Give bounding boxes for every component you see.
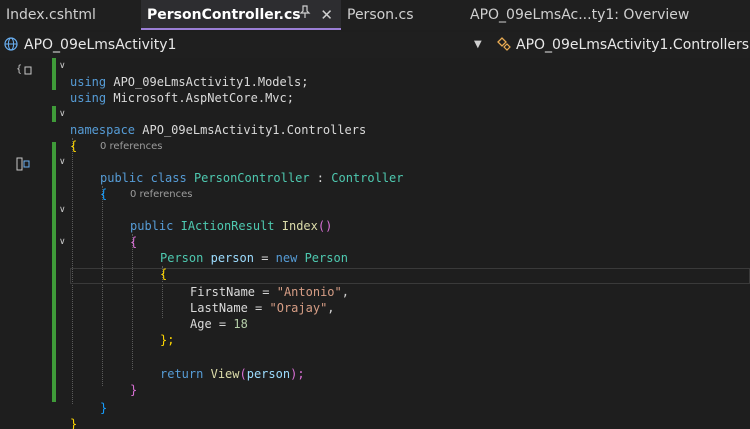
brace: }; — [160, 333, 175, 347]
tab-label: PersonController.cs — [147, 7, 301, 23]
codelens-references[interactable]: 0 references — [130, 189, 193, 201]
code-line-open-brace[interactable]: { — [0, 218, 750, 249]
tab-person-cs[interactable]: Person.cs — [341, 0, 477, 30]
code-line-namespace[interactable]: namespace APO_09eLmsActivity1.Controller… — [0, 106, 750, 137]
code-line-open-brace[interactable]: { — [0, 170, 750, 201]
code-line-close-init[interactable]: }; — [0, 316, 750, 347]
tab-bar: Index.cshtml PersonController.cs ✕ Perso… — [0, 0, 750, 30]
code-line-close-brace[interactable]: } — [0, 384, 750, 415]
project-dropdown[interactable]: APO_09eLmsActivity1 — [0, 32, 176, 58]
namespace-name: Microsoft.AspNetCore.Mvc; — [113, 91, 294, 105]
code-line-return[interactable]: return View(person); — [0, 350, 750, 381]
code-editor[interactable]: { ∨ ∨ ∨ ∨ ∨ using APO_09eLmsActivity1.Mo… — [0, 58, 750, 429]
tab-person-controller[interactable]: PersonController.cs ✕ — [141, 0, 341, 30]
code-line-close-brace[interactable]: } — [0, 400, 750, 429]
code-line-close-brace[interactable]: } — [0, 366, 750, 397]
brace: { — [70, 139, 78, 153]
tab-label: Person.cs — [347, 7, 414, 23]
code-line-person-decl[interactable]: Person person = new Person — [0, 234, 750, 265]
tab-project-overview[interactable]: APO_09eLmsAc...ty1: Overview — [464, 0, 750, 30]
code-line-age[interactable]: Age = 18 — [0, 300, 750, 331]
code-line-lastname[interactable]: LastName = "Orajay", — [0, 284, 750, 315]
code-line-firstname[interactable]: FirstName = "Antonio", — [0, 268, 750, 299]
brace: } — [70, 417, 78, 429]
class-icon — [496, 35, 512, 51]
project-name: APO_09eLmsActivity1 — [24, 37, 177, 53]
code-line-method-decl[interactable]: public IActionResult Index() — [0, 202, 750, 233]
globe-icon — [4, 34, 18, 51]
code-line-class-decl[interactable]: public class PersonController : Controll… — [0, 154, 750, 185]
navigation-bar: APO_09eLmsActivity1 ▼ APO_09eLmsActivity… — [0, 32, 750, 59]
brace: { — [100, 187, 108, 201]
close-icon[interactable]: ✕ — [320, 0, 333, 28]
code-line-using-mvc[interactable]: using Microsoft.AspNetCore.Mvc; — [0, 74, 750, 105]
keyword: using — [70, 91, 107, 105]
codelens-references[interactable]: 0 references — [100, 141, 163, 153]
code-line-open-brace[interactable]: { — [0, 250, 750, 281]
tab-label: Index.cshtml — [6, 7, 96, 23]
tab-index-cshtml[interactable]: Index.cshtml — [0, 0, 148, 30]
type-dropdown[interactable]: APO_09eLmsActivity1.Controllers.Pe — [496, 32, 750, 58]
code-line-open-brace[interactable]: { — [0, 122, 750, 153]
tab-label: APO_09eLmsAc...ty1: Overview — [470, 7, 690, 23]
chevron-down-icon[interactable]: ▼ — [474, 32, 482, 58]
type-name: APO_09eLmsActivity1.Controllers.Pe — [516, 37, 750, 53]
pin-icon[interactable] — [299, 0, 311, 28]
code-line-using-models[interactable]: using APO_09eLmsActivity1.Models; — [0, 58, 750, 89]
